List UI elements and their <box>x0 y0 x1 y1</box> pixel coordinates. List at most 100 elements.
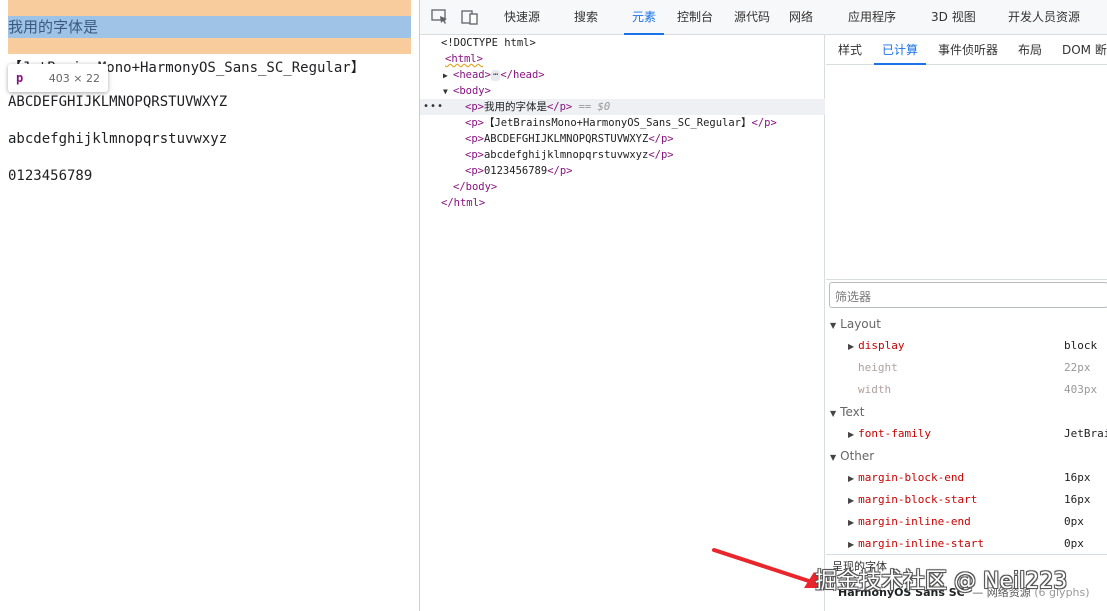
prop-margin-block-start[interactable]: ▶ margin-block-start <box>848 493 977 506</box>
subtab-computed[interactable]: 已计算 <box>873 35 927 65</box>
prop-name: margin-block-start <box>858 493 978 506</box>
prop-name: height <box>858 361 898 374</box>
prop-font-family[interactable]: ▶ font-family <box>848 427 931 440</box>
prop-margin-inline-start-value: 0px <box>1064 537 1084 550</box>
prop-height[interactable]: height <box>858 361 898 374</box>
prop-name: margin-inline-start <box>858 537 984 550</box>
tab-sources[interactable]: 源代码 <box>734 0 770 35</box>
p4-text: abcdefghijklmnopqrstuvwxyz <box>483 149 649 161</box>
html-close-tag: </html> <box>441 197 486 209</box>
p5-text: 0123456789 <box>483 165 548 177</box>
computed-side-panel: 样式 已计算 事件侦听器 布局 DOM 断点 筛选器 ▼Layout ▶disp… <box>826 35 1107 611</box>
p-open-tag: <p> <box>465 165 484 177</box>
group-text-label: Text <box>840 405 865 419</box>
dom-html-close[interactable]: </html> <box>420 195 825 211</box>
group-layout-label: Layout <box>840 317 881 331</box>
expand-triangle-icon[interactable]: ▶ <box>443 68 453 84</box>
prop-display[interactable]: ▶ display <box>848 339 905 352</box>
p-close-tag: </p> <box>751 117 777 129</box>
tooltip-dimensions: 403 × 22 <box>48 71 100 85</box>
tab-quick-source[interactable]: 快速源 <box>504 0 540 35</box>
preview-paragraph-3: ABCDEFGHIJKLMNOPQRSTUVWXYZ <box>8 94 228 110</box>
subtab-layout[interactable]: 布局 <box>1018 35 1042 65</box>
dom-p3[interactable]: <p>ABCDEFGHIJKLMNOPQRSTUVWXYZ</p> <box>420 131 825 147</box>
dom-body-close[interactable]: </body> <box>420 179 825 195</box>
head-close-tag: </head> <box>500 69 545 81</box>
prop-name: margin-inline-end <box>858 515 971 528</box>
screen: 我用的字体是 【JetBrainsMono+HarmonyOS_Sans_SC_… <box>0 0 1107 611</box>
group-text[interactable]: ▼ Text <box>830 405 864 419</box>
dom-head[interactable]: ▶ <head> ⋯ </head> <box>420 67 825 83</box>
prop-width[interactable]: width <box>858 383 891 396</box>
dom-p4[interactable]: <p>abcdefghijklmnopqrstuvwxyz</p> <box>420 147 825 163</box>
collapsed-ellipsis[interactable]: ⋯ <box>490 69 501 81</box>
inspect-icon[interactable] <box>431 9 449 25</box>
side-subtabs: 样式 已计算 事件侦听器 布局 DOM 断点 <box>826 35 1107 65</box>
group-other[interactable]: ▼ Other <box>830 449 874 463</box>
p-open-tag: <p> <box>465 149 484 161</box>
subtab-event-listeners[interactable]: 事件侦听器 <box>938 35 998 65</box>
preview-paragraph-1: 我用的字体是 <box>8 18 99 36</box>
prop-margin-block-start-value: 16px <box>1064 493 1091 506</box>
device-toggle-icon[interactable] <box>461 9 479 25</box>
prop-name: font-family <box>858 427 932 440</box>
prop-margin-block-end[interactable]: ▶ margin-block-end <box>848 471 964 484</box>
p-close-tag: </p> <box>648 149 674 161</box>
panel-divider <box>826 279 1107 280</box>
head-open-tag: <head> <box>453 69 491 81</box>
group-layout[interactable]: ▼ Layout <box>830 317 881 331</box>
html-tag: <html> <box>445 53 483 65</box>
prop-height-value: 22px <box>1064 361 1091 374</box>
p3-text: ABCDEFGHIJKLMNOPQRSTUVWXYZ <box>483 133 649 145</box>
p-open-tag: <p> <box>465 117 484 129</box>
p2-text: 【JetBrainsMono+HarmonyOS_Sans_SC_Regular… <box>483 117 752 129</box>
p-open-tag: <p> <box>465 133 484 145</box>
preview-paragraph-4: abcdefghijklmnopqrstuvwxyz <box>8 131 228 147</box>
body-close-tag: </body> <box>453 181 498 193</box>
body-open-tag: <body> <box>453 85 491 97</box>
tab-3d-view[interactable]: 3D 视图 <box>931 0 976 35</box>
margin-highlight-top <box>8 0 411 16</box>
tab-application[interactable]: 应用程序 <box>848 0 896 35</box>
dom-tree: <!DOCTYPE html> <html> ▶ <head> ⋯ </head> ▼… <box>420 35 825 611</box>
tab-network[interactable]: 网络 <box>789 0 813 35</box>
dom-p5[interactable]: <p>0123456789</p> <box>420 163 825 179</box>
p-close-tag: </p> <box>547 165 573 177</box>
rendered-fonts-divider <box>826 554 1107 555</box>
element-tooltip: p 403 × 22 <box>8 64 108 92</box>
subtab-dom-breakpoints[interactable]: DOM 断点 <box>1062 35 1107 65</box>
dom-p2[interactable]: <p>【JetBrainsMono+HarmonyOS_Sans_SC_Regu… <box>420 115 825 131</box>
margin-highlight-bottom <box>8 38 411 54</box>
dom-doctype[interactable]: <!DOCTYPE html> <box>420 35 825 51</box>
watermark: 掘金技术社区 @ Neil223 <box>815 569 1068 594</box>
p-open-tag: <p> <box>465 101 484 113</box>
prop-width-value: 403px <box>1064 383 1098 396</box>
more-dots-icon[interactable]: ••• <box>423 99 444 115</box>
prop-margin-inline-end[interactable]: ▶ margin-inline-end <box>848 515 971 528</box>
dom-html-open[interactable]: <html> <box>420 51 825 67</box>
prop-margin-inline-start[interactable]: ▶ margin-inline-start <box>848 537 984 550</box>
prop-margin-inline-end-value: 0px <box>1064 515 1084 528</box>
dom-p1-selected[interactable]: ••• <p>我用的字体是</p> == $0 <box>420 99 825 115</box>
devtools-toolbar: 快速源 搜索 元素 控制台 源代码 网络 应用程序 3D 视图 开发人员资源 <box>420 0 1107 35</box>
tab-developer-resources[interactable]: 开发人员资源 <box>1008 0 1080 35</box>
page-preview: 我用的字体是 【JetBrainsMono+HarmonyOS_Sans_SC_… <box>0 0 419 611</box>
preview-paragraph-5: 0123456789 <box>8 168 93 184</box>
tab-console[interactable]: 控制台 <box>677 0 713 35</box>
collapse-triangle-icon[interactable]: ▼ <box>443 84 453 100</box>
tab-elements[interactable]: 元素 <box>623 0 665 35</box>
prop-display-value: block <box>1064 339 1098 352</box>
tooltip-tag: p <box>16 71 24 85</box>
selected-marker: == $0 <box>578 101 611 113</box>
dom-body[interactable]: ▼ <body> <box>420 83 825 99</box>
group-other-label: Other <box>840 449 875 463</box>
devtools-panel: 快速源 搜索 元素 控制台 源代码 网络 应用程序 3D 视图 开发人员资源 <… <box>419 0 1107 611</box>
prop-name: width <box>858 383 892 396</box>
prop-margin-block-end-value: 16px <box>1064 471 1091 484</box>
prop-font-family-value: JetBrains <box>1064 427 1107 440</box>
filter-input[interactable]: 筛选器 <box>829 282 1107 308</box>
subtab-styles[interactable]: 样式 <box>838 35 862 65</box>
tab-search[interactable]: 搜索 <box>574 0 598 35</box>
prop-name: margin-block-end <box>858 471 965 484</box>
prop-name: display <box>858 339 905 352</box>
